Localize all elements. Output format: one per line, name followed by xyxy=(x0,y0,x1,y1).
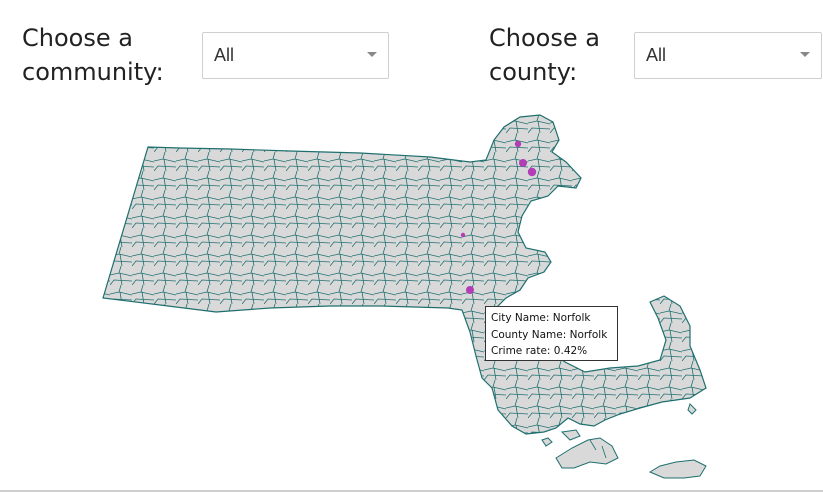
map-tooltip: City Name: Norfolk County Name: Norfolk … xyxy=(485,306,618,361)
marthas-vineyard xyxy=(555,437,619,469)
crime-marker[interactable] xyxy=(460,232,466,238)
nantucket xyxy=(648,459,707,479)
crime-marker[interactable] xyxy=(527,167,537,177)
monomoy-island xyxy=(687,403,697,415)
crime-marker[interactable] xyxy=(519,159,527,167)
tooltip-crime-rate: Crime rate: 0.42% xyxy=(491,345,588,357)
tooltip-county: County Name: Norfolk xyxy=(491,328,608,341)
crime-marker[interactable] xyxy=(466,286,474,294)
town-boundaries xyxy=(103,115,706,434)
tooltip-city: City Name: Norfolk xyxy=(491,312,591,324)
crime-marker[interactable] xyxy=(514,140,522,148)
elizabeth-islands xyxy=(541,429,581,447)
massachusetts-map[interactable] xyxy=(0,0,823,492)
